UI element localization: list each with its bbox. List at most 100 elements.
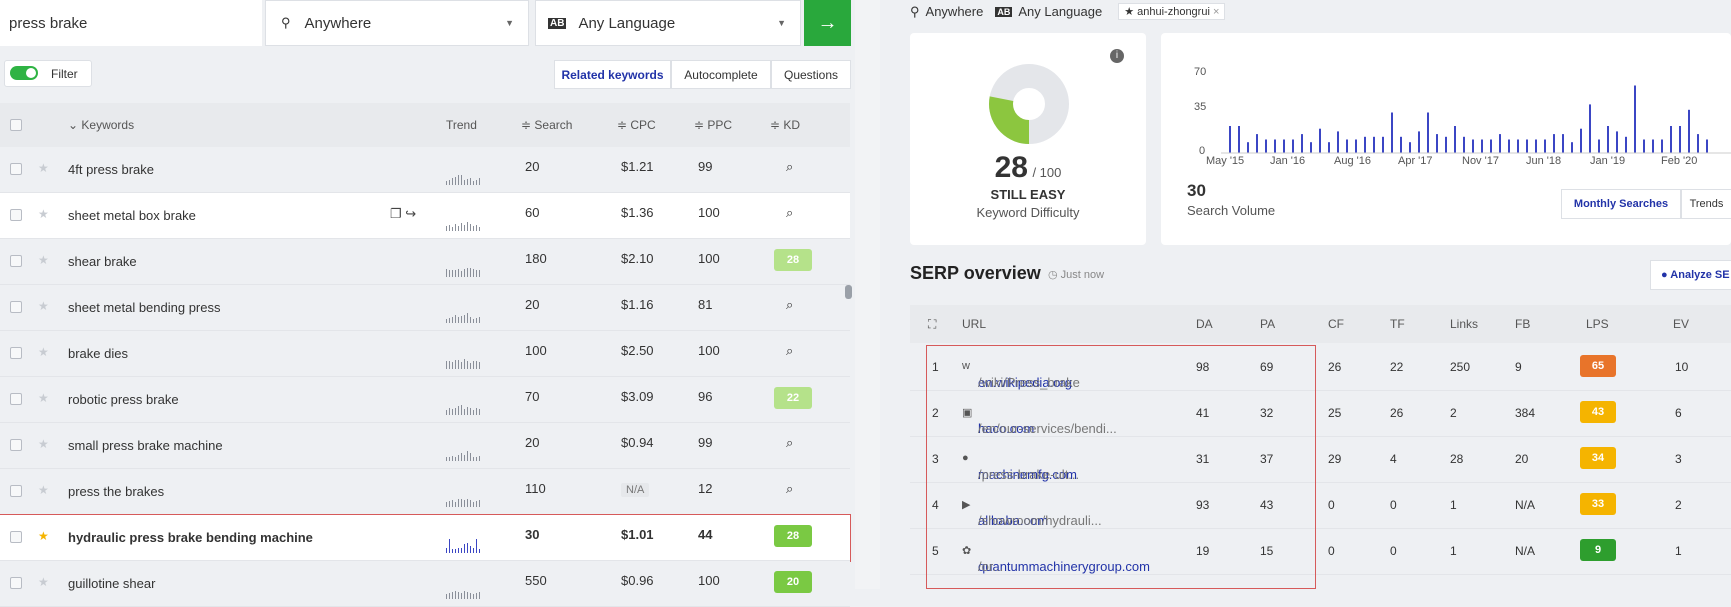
star-icon[interactable]: ★ [38, 483, 49, 497]
search-input[interactable]: press brake [0, 0, 262, 46]
volume-bar [1373, 136, 1375, 153]
keyword-text[interactable]: press the brakes [68, 484, 164, 499]
table-row[interactable]: ★ sheet metal box brake 60 $1.36 100 ⌕ ❐ ↪ [0, 193, 850, 239]
star-icon[interactable]: ★ [38, 161, 49, 175]
copy-icon[interactable]: ❐ ↪ [390, 206, 416, 222]
star-icon[interactable]: ★ [38, 529, 49, 543]
keywords-header[interactable]: ⌄ Keywords [68, 118, 134, 132]
volume-bar [1562, 134, 1564, 153]
table-row[interactable]: ★ robotic press brake 70 $3.09 96 22 [0, 377, 850, 423]
table-row[interactable]: ★ press the brakes 110 N/A 12 ⌕ [0, 469, 850, 515]
search-go-button[interactable]: → [804, 0, 851, 46]
tab-monthly-searches[interactable]: Monthly Searches [1561, 189, 1681, 219]
y-tick: 70 [1194, 66, 1207, 78]
keyword-text[interactable]: brake dies [68, 346, 128, 361]
star-icon[interactable]: ★ [38, 575, 49, 589]
trend-sparkline [446, 493, 480, 507]
tab-trends[interactable]: Trends [1681, 189, 1731, 219]
search-icon[interactable]: ⌕ [786, 481, 793, 497]
keyword-difficulty-card: i 28 / 100 STILL EASY Keyword Difficulty [910, 33, 1146, 245]
volume-bar [1616, 131, 1618, 153]
row-checkbox[interactable] [10, 393, 22, 405]
search-icon[interactable]: ⌕ [786, 435, 793, 451]
row-checkbox[interactable] [10, 531, 22, 543]
links-value: 2 [1450, 406, 1457, 420]
volume-bar [1553, 134, 1555, 153]
table-row[interactable]: ★ shear brake 180 $2.10 100 28 [0, 239, 850, 285]
search-header[interactable]: ≑ Search [521, 118, 572, 132]
serp-location: Anywhere [925, 4, 984, 19]
star-icon[interactable]: ★ [38, 437, 49, 451]
keyword-text[interactable]: 4ft press brake [68, 162, 154, 177]
volume-bar [1463, 136, 1465, 153]
table-row[interactable]: ★ small press brake machine 20 $0.94 99 ⌕ [0, 423, 850, 469]
table-row[interactable]: ★ hydraulic press brake bending machine … [0, 514, 851, 562]
star-icon[interactable]: ★ [38, 253, 49, 267]
cpc-value: $2.10 [621, 251, 654, 266]
search-value: 20 [525, 435, 540, 450]
table-row[interactable]: ★ sheet metal bending press 20 $1.16 81 ⌕ [0, 285, 850, 331]
keyword-text[interactable]: robotic press brake [68, 392, 179, 407]
search-value: 180 [525, 251, 547, 266]
cpc-header[interactable]: ≑ CPC [617, 118, 656, 132]
lps-badge: 9 [1580, 539, 1616, 561]
tab-questions[interactable]: Questions [771, 60, 851, 89]
ppc-value: 100 [698, 251, 720, 266]
analyze-serp-button[interactable]: ● Analyze SE [1650, 260, 1731, 290]
language-select[interactable]: AB Any Language ▼ [535, 0, 801, 46]
ppc-value: 12 [698, 481, 713, 496]
ppc-value: 99 [698, 159, 713, 174]
keyword-text[interactable]: hydraulic press brake bending machine [68, 530, 313, 545]
search-icon[interactable]: ⌕ [786, 297, 793, 313]
row-checkbox[interactable] [10, 347, 22, 359]
tag-chip[interactable]: ★ anhui-zhongrui × [1118, 3, 1226, 20]
keyword-text[interactable]: shear brake [68, 254, 137, 269]
volume-bar [1499, 134, 1501, 153]
volume-bar [1436, 134, 1438, 153]
volume-bar [1247, 142, 1249, 153]
search-icon[interactable]: ⌕ [786, 205, 793, 221]
volume-bar [1580, 128, 1582, 153]
search-value: 60 [525, 205, 540, 220]
search-icon[interactable]: ⌕ [786, 159, 793, 175]
keyword-text[interactable]: small press brake machine [68, 438, 223, 453]
serp-title: SERP overview [910, 263, 1041, 283]
select-all-checkbox[interactable] [10, 119, 22, 131]
row-checkbox[interactable] [10, 485, 22, 497]
volume-bar [1508, 139, 1510, 153]
star-icon[interactable]: ★ [38, 299, 49, 313]
kd-score: 28 / 100 [994, 151, 1062, 184]
table-row[interactable]: ★ guillotine shear 550 $0.96 100 20 [0, 561, 850, 607]
info-icon[interactable]: i [1110, 49, 1124, 63]
expand-icon[interactable]: ⛶ [928, 317, 936, 332]
keyword-text[interactable]: sheet metal box brake [68, 208, 196, 223]
scrollbar[interactable] [845, 285, 852, 299]
cf-value: 25 [1328, 406, 1342, 420]
search-icon[interactable]: ⌕ [786, 343, 793, 359]
search-value: 100 [525, 343, 547, 358]
keyword-text[interactable]: sheet metal bending press [68, 300, 220, 315]
star-icon[interactable]: ★ [38, 207, 49, 221]
table-row[interactable]: ★ 4ft press brake 20 $1.21 99 ⌕ [0, 147, 850, 193]
row-checkbox[interactable] [10, 439, 22, 451]
tab-related-keywords[interactable]: Related keywords [554, 60, 671, 89]
star-icon[interactable]: ★ [38, 391, 49, 405]
row-checkbox[interactable] [10, 209, 22, 221]
trend-sparkline [446, 447, 480, 461]
tab-autocomplete[interactable]: Autocomplete [671, 60, 771, 89]
row-checkbox[interactable] [10, 255, 22, 267]
filter-switch[interactable] [10, 66, 38, 80]
location-select[interactable]: ⚲ Anywhere ▼ [265, 0, 529, 46]
volume-bar [1670, 126, 1672, 153]
star-icon[interactable]: ★ [38, 345, 49, 359]
volume-bar [1364, 136, 1366, 153]
table-row[interactable]: ★ brake dies 100 $2.50 100 ⌕ [0, 331, 850, 377]
kd-header[interactable]: ≑ KD [770, 118, 800, 132]
row-checkbox[interactable] [10, 163, 22, 175]
row-checkbox[interactable] [10, 301, 22, 313]
tag-close-icon[interactable]: × [1213, 6, 1219, 18]
language-value: Any Language [578, 14, 676, 32]
location-pin-icon: ⚲ [281, 15, 291, 30]
row-checkbox[interactable] [10, 577, 22, 589]
ppc-header[interactable]: ≑ PPC [694, 118, 732, 132]
